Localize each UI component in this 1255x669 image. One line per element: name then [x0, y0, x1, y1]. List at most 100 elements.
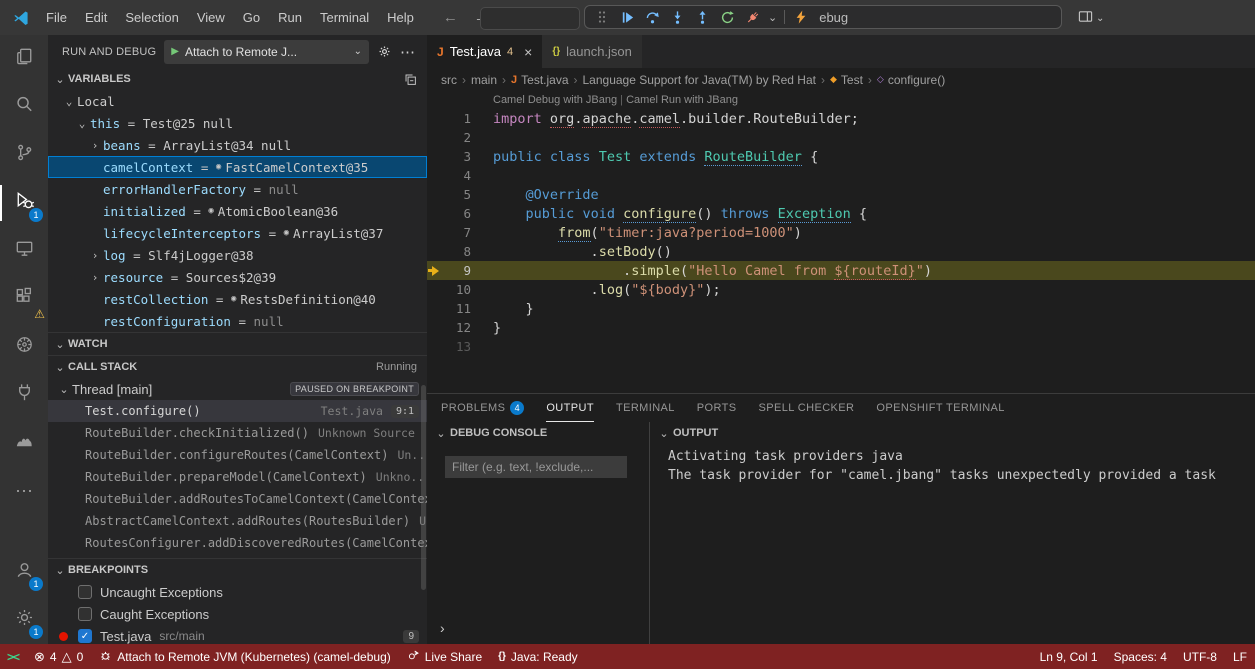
nav-back-icon[interactable]: ←: [443, 9, 458, 26]
restart-button[interactable]: [718, 8, 736, 26]
breakpoint-checkbox[interactable]: ✓: [78, 629, 92, 643]
activity-accounts[interactable]: 1: [0, 548, 48, 596]
menu-view[interactable]: View: [188, 0, 234, 35]
activity-run-debug[interactable]: 1: [0, 179, 48, 227]
stack-frame-2[interactable]: RouteBuilder.configureRoutes(CamelContex…: [48, 444, 427, 466]
menu-help[interactable]: Help: [378, 0, 423, 35]
menu-run[interactable]: Run: [269, 0, 311, 35]
breakpoints-section-header[interactable]: ⌄ BREAKPOINTS: [48, 558, 427, 581]
stack-frame-1[interactable]: RouteBuilder.checkInitialized()Unknown S…: [48, 422, 427, 444]
code-line-5[interactable]: 5 @Override: [427, 185, 1255, 204]
code-line-3[interactable]: 3public class Test extends RouteBuilder …: [427, 147, 1255, 166]
variable-row-camelContext[interactable]: camelContext = ◉FastCamelContext@35: [48, 156, 427, 178]
step-over-button[interactable]: [643, 8, 661, 26]
breadcrumb-item[interactable]: ◆Test: [830, 73, 863, 87]
output-header[interactable]: ⌄ OUTPUT: [650, 422, 1255, 444]
code-line-13[interactable]: 13: [427, 337, 1255, 356]
activity-kubernetes[interactable]: [0, 323, 48, 371]
configure-gear-icon[interactable]: [377, 44, 392, 59]
console-filter-input[interactable]: [445, 456, 627, 478]
breakpoint-row-0[interactable]: Uncaught Exceptions: [48, 581, 427, 603]
debug-session-status[interactable]: Attach to Remote JVM (Kubernetes) (camel…: [91, 644, 398, 669]
java-status[interactable]: {} Java: Ready: [490, 644, 586, 669]
breakpoint-row-1[interactable]: Caught Exceptions: [48, 603, 427, 625]
continue-button[interactable]: [618, 8, 636, 26]
stack-frame-4[interactable]: RouteBuilder.addRoutesToCamelContext(Cam…: [48, 488, 427, 510]
stack-frame-0[interactable]: Test.configure()Test.java9:1: [48, 400, 427, 422]
code-line-12[interactable]: 12}: [427, 318, 1255, 337]
editor-tab-test-java[interactable]: JTest.java4×: [427, 35, 542, 68]
activity-settings[interactable]: 1: [0, 596, 48, 644]
code-line-1[interactable]: 1import org.apache.camel.builder.RouteBu…: [427, 109, 1255, 128]
views-more-actions-icon[interactable]: ⋯: [400, 43, 415, 61]
breakpoint-checkbox[interactable]: [78, 607, 92, 621]
encoding-status[interactable]: UTF-8: [1175, 644, 1225, 669]
camel-lightning-icon[interactable]: [792, 8, 810, 26]
collapse-all-icon[interactable]: [404, 73, 417, 86]
sidebar-scrollbar[interactable]: [421, 385, 426, 590]
code-line-7[interactable]: 7 from("timer:java?period=1000"): [427, 223, 1255, 242]
menu-selection[interactable]: Selection: [116, 0, 187, 35]
launch-config-dropdown[interactable]: ▶ Attach to Remote J... ⌄: [164, 40, 369, 64]
stack-frame-3[interactable]: RouteBuilder.prepareModel(CamelContext)U…: [48, 466, 427, 488]
activity-camel[interactable]: [0, 419, 48, 467]
live-share-status[interactable]: Live Share: [399, 644, 490, 669]
variable-row-this[interactable]: ⌄this = Test@25 null: [48, 112, 427, 134]
variable-row-restCollection[interactable]: restCollection = ◉RestsDefinition@40: [48, 288, 427, 310]
breadcrumb-item[interactable]: src: [441, 73, 457, 87]
panel-tab-openshift-terminal[interactable]: OPENSHIFT TERMINAL: [876, 394, 1004, 422]
problems-status[interactable]: ⊗ 4 △ 0: [26, 644, 91, 669]
remote-indicator[interactable]: ><: [0, 644, 26, 669]
codelens-link[interactable]: Camel Debug with JBang: [493, 94, 617, 106]
breakpoint-row-2[interactable]: ✓Test.javasrc/main9: [48, 625, 427, 644]
debug-more-chevron-icon[interactable]: ⌄: [768, 11, 777, 24]
step-into-button[interactable]: [668, 8, 686, 26]
start-debugging-icon[interactable]: ▶: [171, 46, 179, 57]
activity-more[interactable]: ⋯: [0, 467, 48, 515]
variable-row-initialized[interactable]: initialized = ◉AtomicBoolean@36: [48, 200, 427, 222]
stack-frame-6[interactable]: RoutesConfigurer.addDiscoveredRoutes(Cam…: [48, 532, 427, 554]
callstack-section-header[interactable]: ⌄ CALL STACK Running: [48, 355, 427, 378]
close-icon[interactable]: ×: [524, 44, 532, 60]
menu-go[interactable]: Go: [234, 0, 269, 35]
panel-tab-ports[interactable]: PORTS: [697, 394, 737, 422]
variable-row-lifecycleInterceptors[interactable]: lifecycleInterceptors = ◉ArrayList@37: [48, 222, 427, 244]
indentation-status[interactable]: Spaces: 4: [1106, 644, 1175, 669]
code-line-9[interactable]: 9 .simple("Hello Camel from ${routeId}"): [427, 261, 1255, 280]
eol-status[interactable]: LF: [1225, 644, 1255, 669]
cursor-position[interactable]: Ln 9, Col 1: [1032, 644, 1106, 669]
activity-connector[interactable]: [0, 371, 48, 419]
debug-console-header[interactable]: ⌄ DEBUG CONSOLE: [427, 422, 649, 444]
editor[interactable]: Camel Debug with JBang | Camel Run with …: [427, 91, 1255, 393]
panel-tab-spell-checker[interactable]: SPELL CHECKER: [759, 394, 855, 422]
stack-frame-5[interactable]: AbstractCamelContext.addRoutes(RoutesBui…: [48, 510, 427, 532]
code-line-2[interactable]: 2: [427, 128, 1255, 147]
variable-row-beans[interactable]: ›beans = ArrayList@34 null: [48, 134, 427, 156]
breadcrumb-item[interactable]: ◇configure(): [877, 73, 945, 87]
code-line-6[interactable]: 6 public void configure() throws Excepti…: [427, 204, 1255, 223]
activity-extensions[interactable]: ⚠: [0, 275, 48, 323]
thread-row[interactable]: ⌄ Thread [main] PAUSED ON BREAKPOINT: [48, 378, 427, 400]
code-line-10[interactable]: 10 .log("${body}");: [427, 280, 1255, 299]
panel-tab-problems[interactable]: PROBLEMS4: [441, 394, 524, 422]
titlebar-search-box[interactable]: [480, 7, 580, 30]
variable-row-restConfiguration[interactable]: restConfiguration = null: [48, 310, 427, 332]
panel-tab-terminal[interactable]: TERMINAL: [616, 394, 675, 422]
drag-grip-icon[interactable]: [593, 8, 611, 26]
activity-search[interactable]: [0, 83, 48, 131]
activity-source-control[interactable]: [0, 131, 48, 179]
menu-terminal[interactable]: Terminal: [311, 0, 378, 35]
step-out-button[interactable]: [693, 8, 711, 26]
layout-control[interactable]: ⌄: [1078, 9, 1104, 27]
disconnect-button[interactable]: [743, 8, 761, 26]
variable-row-Local[interactable]: ⌄Local: [48, 90, 427, 112]
panel-tab-output[interactable]: OUTPUT: [546, 394, 594, 422]
editor-tab-launch-json[interactable]: {}launch.json: [542, 35, 643, 68]
code-line-8[interactable]: 8 .setBody(): [427, 242, 1255, 261]
code-line-4[interactable]: 4: [427, 166, 1255, 185]
variable-row-log[interactable]: ›log = Slf4jLogger@38: [48, 244, 427, 266]
breadcrumb-item[interactable]: main: [471, 73, 497, 87]
console-prompt-icon[interactable]: ›: [440, 620, 445, 636]
variables-section-header[interactable]: ⌄ VARIABLES: [48, 68, 427, 90]
variable-row-errorHandlerFactory[interactable]: errorHandlerFactory = null: [48, 178, 427, 200]
